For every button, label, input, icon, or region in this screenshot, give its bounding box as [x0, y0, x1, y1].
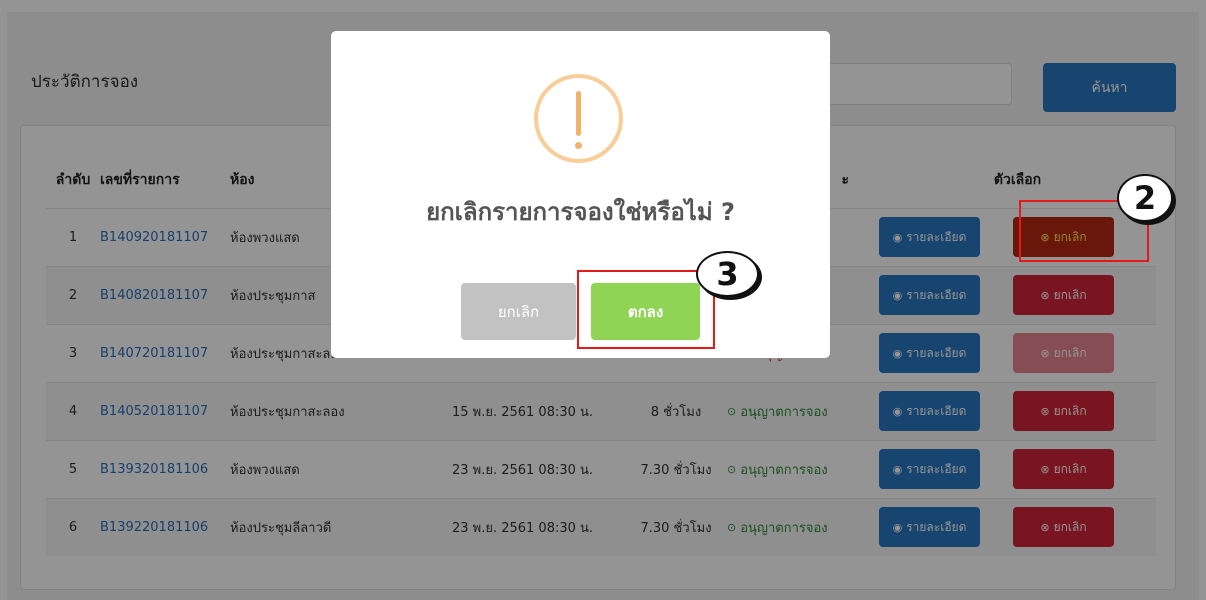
dialog-title: ยกเลิกรายการจองใช่หรือไม่ ?: [426, 198, 735, 226]
step-3-callout: 3: [696, 251, 759, 297]
dialog-cancel-button[interactable]: ยกเลิก: [461, 283, 576, 340]
warning-icon-bar: [576, 91, 581, 136]
highlight-ok-button: [577, 270, 715, 349]
step-2-callout: 2: [1117, 174, 1173, 222]
warning-icon-dot: [575, 142, 582, 149]
